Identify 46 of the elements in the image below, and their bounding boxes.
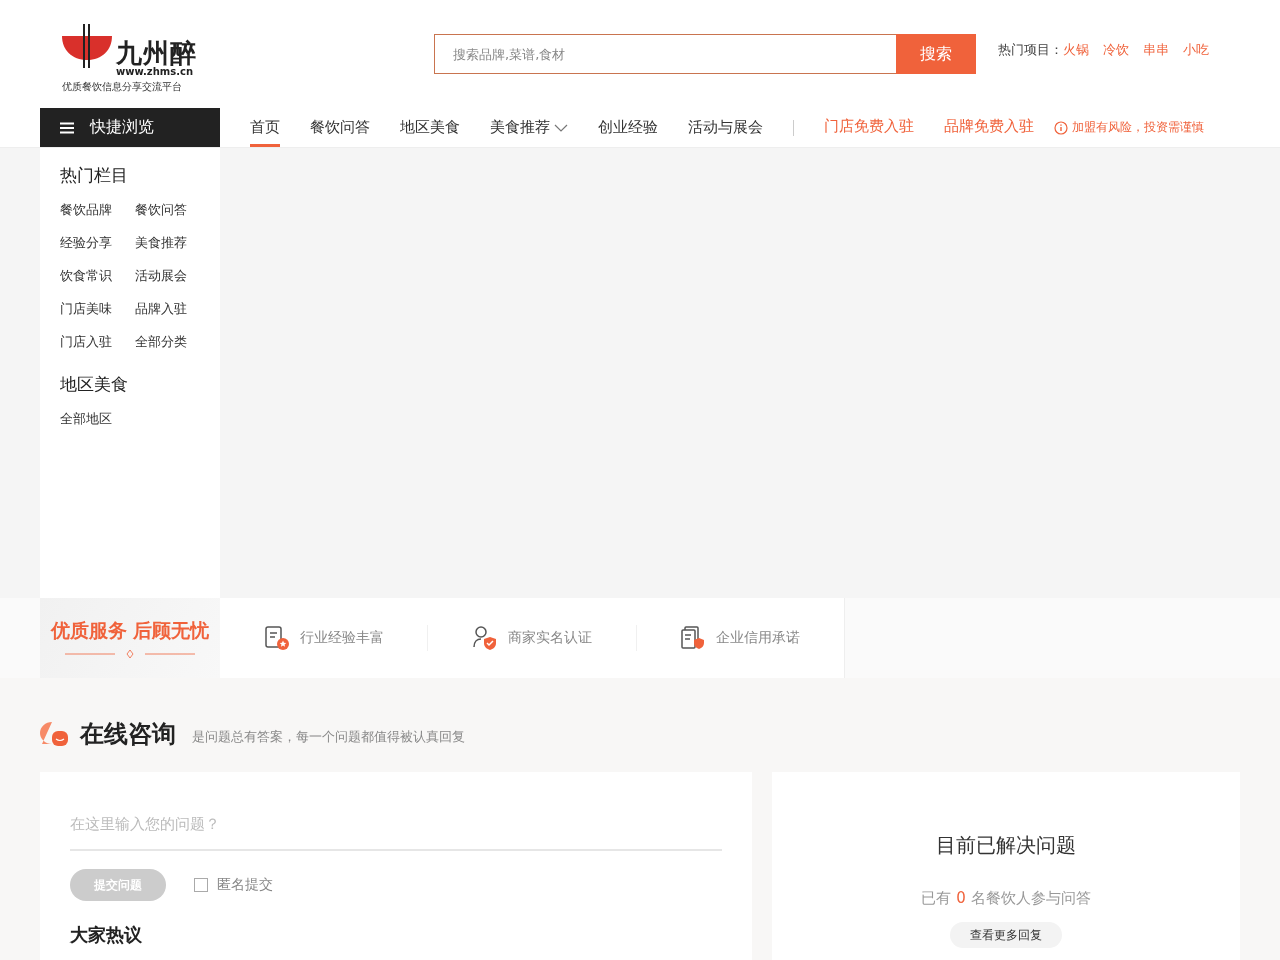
nav-tab[interactable]: 创业经验 <box>598 108 658 147</box>
question-field[interactable]: 在这里输入您的问题？ <box>70 815 722 851</box>
bowl-chopsticks-logo-icon <box>62 24 112 68</box>
logo-name: 九州醉 <box>116 38 197 68</box>
sidebar-link[interactable]: 经验分享 <box>60 234 135 252</box>
anonymous-label: 匿名提交 <box>217 876 273 894</box>
section-subtitle: 是问题总有答案，每一个问题都值得被认真回复 <box>192 728 465 746</box>
search-field[interactable]: 搜索品牌,菜谱,食材 <box>434 34 896 74</box>
feature-label: 企业信用承诺 <box>716 629 801 647</box>
chevron-down-icon <box>554 123 568 132</box>
stats-title: 目前已解决问题 <box>936 832 1076 859</box>
sidebar-link[interactable]: 餐饮品牌 <box>60 201 135 219</box>
sidebar-link[interactable]: 门店入驻 <box>60 333 135 351</box>
chat-bubbles-icon <box>40 722 68 746</box>
sidebar-heading: 地区美食 <box>60 373 129 396</box>
logo-slogan: 优质餐饮信息分享交流平台 <box>62 80 183 94</box>
service-slogan: 优质服务 后顾无忧 <box>50 618 210 643</box>
sidebar-link[interactable]: 美食推荐 <box>135 234 210 252</box>
section-title: 在线咨询 <box>80 719 176 750</box>
sidebar-link[interactable]: 全部地区 <box>60 410 135 428</box>
sidebar-link[interactable]: 餐饮问答 <box>135 201 210 219</box>
quick-browse-button[interactable]: 快捷浏览 <box>40 108 220 147</box>
sidebar-link[interactable]: 全部分类 <box>135 333 210 351</box>
person-shield-icon <box>472 625 498 651</box>
logo-url: www.zhms.cn <box>116 66 195 77</box>
hot-topics-heading: 大家热议 <box>70 925 143 945</box>
hot-items-label: 热门项目： <box>998 41 1063 59</box>
sidebar-link[interactable]: 饮食常识 <box>60 267 135 285</box>
nav-tab[interactable]: 地区美食 <box>400 108 460 147</box>
sidebar-heading: 热门栏目 <box>60 164 129 187</box>
info-icon <box>1054 120 1068 135</box>
nav-tab[interactable]: 餐饮问答 <box>310 108 370 147</box>
documents-shield-icon <box>680 625 707 651</box>
document-star-icon <box>263 625 290 651</box>
risk-notice: 加盟有风险，投资需谨慎 <box>1072 119 1204 136</box>
nav-tab[interactable]: 活动与展会 <box>688 108 763 147</box>
sidebar-link[interactable]: 品牌入驻 <box>135 300 210 318</box>
anonymous-checkbox[interactable] <box>194 878 208 892</box>
menu-icon <box>60 121 74 134</box>
sidebar-link[interactable]: 活动展会 <box>135 267 210 285</box>
feature-label: 商家实名认证 <box>508 629 592 647</box>
nav-tab[interactable]: 美食推荐 <box>490 108 568 147</box>
stats-text: 已有 0 名餐饮人参与问答 <box>921 889 1091 908</box>
more-replies-button[interactable]: 查看更多回复 <box>950 922 1062 948</box>
sidebar-link[interactable]: 门店美味 <box>60 300 135 318</box>
feature-label: 行业经验丰富 <box>299 629 384 647</box>
